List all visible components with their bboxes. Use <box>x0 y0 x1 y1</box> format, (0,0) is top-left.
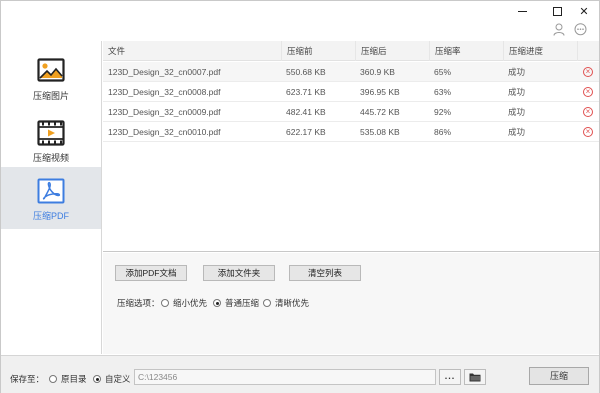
footer-bar: 保存至： 原目录 自定义 ... 压缩 <box>1 355 599 393</box>
status-text: 成功 <box>508 87 526 97</box>
save-custom-dir-option[interactable]: 自定义 <box>93 373 131 385</box>
table-header: 文件 压缩前 压缩后 压缩率 压缩进度 <box>103 41 599 61</box>
app-window: ✕ 压缩图片 压缩视频 压缩PDF 文件 压缩前 压缩后 压缩率 压缩进度 12… <box>0 0 600 393</box>
message-icon[interactable] <box>573 22 587 36</box>
image-icon <box>36 57 66 85</box>
browse-button[interactable]: ... <box>439 369 461 385</box>
file-name: 123D_Design_32_cn0007.pdf <box>108 67 221 77</box>
compression-rate: 63% <box>434 87 452 97</box>
size-after: 360.9 KB <box>360 67 395 77</box>
file-name: 123D_Design_32_cn0008.pdf <box>108 87 221 97</box>
save-to-label: 保存至： <box>10 374 45 384</box>
column-header-blank <box>577 41 599 61</box>
size-after: 396.95 KB <box>360 87 400 97</box>
delete-button[interactable]: × <box>581 62 595 82</box>
option-clarity-priority[interactable]: 清晰优先 <box>263 297 309 309</box>
radio-selected-icon <box>213 299 221 307</box>
maximize-icon <box>552 6 562 16</box>
sidebar-item-compress-video[interactable]: 压缩视频 <box>1 109 101 169</box>
table-row[interactable]: 123D_Design_32_cn0007.pdf 550.68 KB 360.… <box>103 62 599 82</box>
column-header-progress[interactable]: 压缩进度 <box>503 41 577 61</box>
file-table: 文件 压缩前 压缩后 压缩率 压缩进度 123D_Design_32_cn000… <box>103 41 599 252</box>
sidebar: 压缩图片 压缩视频 压缩PDF <box>1 41 102 354</box>
compression-options-label: 压缩选项： <box>117 298 160 308</box>
delete-button[interactable]: × <box>581 82 595 102</box>
user-icon[interactable] <box>552 22 566 36</box>
size-before: 622.17 KB <box>286 127 326 137</box>
status-text: 成功 <box>508 67 526 77</box>
delete-icon: × <box>583 87 593 97</box>
minimize-button[interactable] <box>505 1 539 21</box>
minimize-icon <box>517 10 527 12</box>
clear-list-button[interactable]: 清空列表 <box>289 265 361 281</box>
option-label: 普通压缩 <box>225 298 260 308</box>
sidebar-item-label: 压缩图片 <box>32 91 69 101</box>
radio-icon <box>49 375 57 383</box>
column-header-after[interactable]: 压缩后 <box>355 41 429 61</box>
add-folder-button[interactable]: 添加文件夹 <box>203 265 275 281</box>
compression-rate: 92% <box>434 107 452 117</box>
radio-selected-icon <box>93 375 101 383</box>
compress-button[interactable]: 压缩 <box>529 367 589 385</box>
pdf-icon <box>36 177 66 205</box>
sidebar-item-compress-pdf[interactable]: 压缩PDF <box>1 167 101 229</box>
file-name: 123D_Design_32_cn0009.pdf <box>108 107 221 117</box>
file-name: 123D_Design_32_cn0010.pdf <box>108 127 221 137</box>
add-pdf-button[interactable]: 添加PDF文档 <box>115 265 187 281</box>
option-normal-compression[interactable]: 普通压缩 <box>213 297 259 309</box>
delete-button[interactable]: × <box>581 102 595 122</box>
folder-icon <box>469 373 481 382</box>
action-panel: 添加PDF文档 添加文件夹 清空列表 压缩选项： 缩小优先 普通压缩 清晰优先 <box>103 253 599 354</box>
size-before: 623.71 KB <box>286 87 326 97</box>
delete-icon: × <box>583 67 593 77</box>
sidebar-item-label: 压缩PDF <box>32 211 69 221</box>
delete-button[interactable]: × <box>581 122 595 142</box>
compression-rate: 86% <box>434 127 452 137</box>
save-original-dir-option[interactable]: 原目录 <box>49 373 87 385</box>
table-row[interactable]: 123D_Design_32_cn0008.pdf 623.71 KB 396.… <box>103 82 599 102</box>
compression-rate: 65% <box>434 67 452 77</box>
column-header-file[interactable]: 文件 <box>103 41 281 61</box>
sidebar-item-label: 压缩视频 <box>32 153 69 163</box>
column-header-before[interactable]: 压缩前 <box>281 41 355 61</box>
sidebar-item-compress-image[interactable]: 压缩图片 <box>1 47 101 107</box>
option-label: 原目录 <box>61 374 87 384</box>
video-icon <box>36 119 66 147</box>
radio-icon <box>161 299 169 307</box>
table-row[interactable]: 123D_Design_32_cn0009.pdf 482.41 KB 445.… <box>103 102 599 122</box>
option-label: 自定义 <box>105 374 131 384</box>
close-icon: ✕ <box>579 5 589 18</box>
status-text: 成功 <box>508 127 526 137</box>
delete-icon: × <box>583 107 593 117</box>
title-bar: ✕ <box>1 1 599 41</box>
column-header-rate[interactable]: 压缩率 <box>429 41 503 61</box>
close-button[interactable]: ✕ <box>567 1 600 21</box>
option-label: 清晰优先 <box>275 298 310 308</box>
option-label: 缩小优先 <box>173 298 208 308</box>
delete-icon: × <box>583 127 593 137</box>
size-after: 535.08 KB <box>360 127 400 137</box>
option-size-priority[interactable]: 缩小优先 <box>161 297 207 309</box>
radio-icon <box>263 299 271 307</box>
size-before: 482.41 KB <box>286 107 326 117</box>
open-folder-button[interactable] <box>464 369 486 385</box>
size-before: 550.68 KB <box>286 67 326 77</box>
size-after: 445.72 KB <box>360 107 400 117</box>
status-text: 成功 <box>508 107 526 117</box>
output-path-field[interactable] <box>134 369 436 385</box>
table-row[interactable]: 123D_Design_32_cn0010.pdf 622.17 KB 535.… <box>103 122 599 142</box>
